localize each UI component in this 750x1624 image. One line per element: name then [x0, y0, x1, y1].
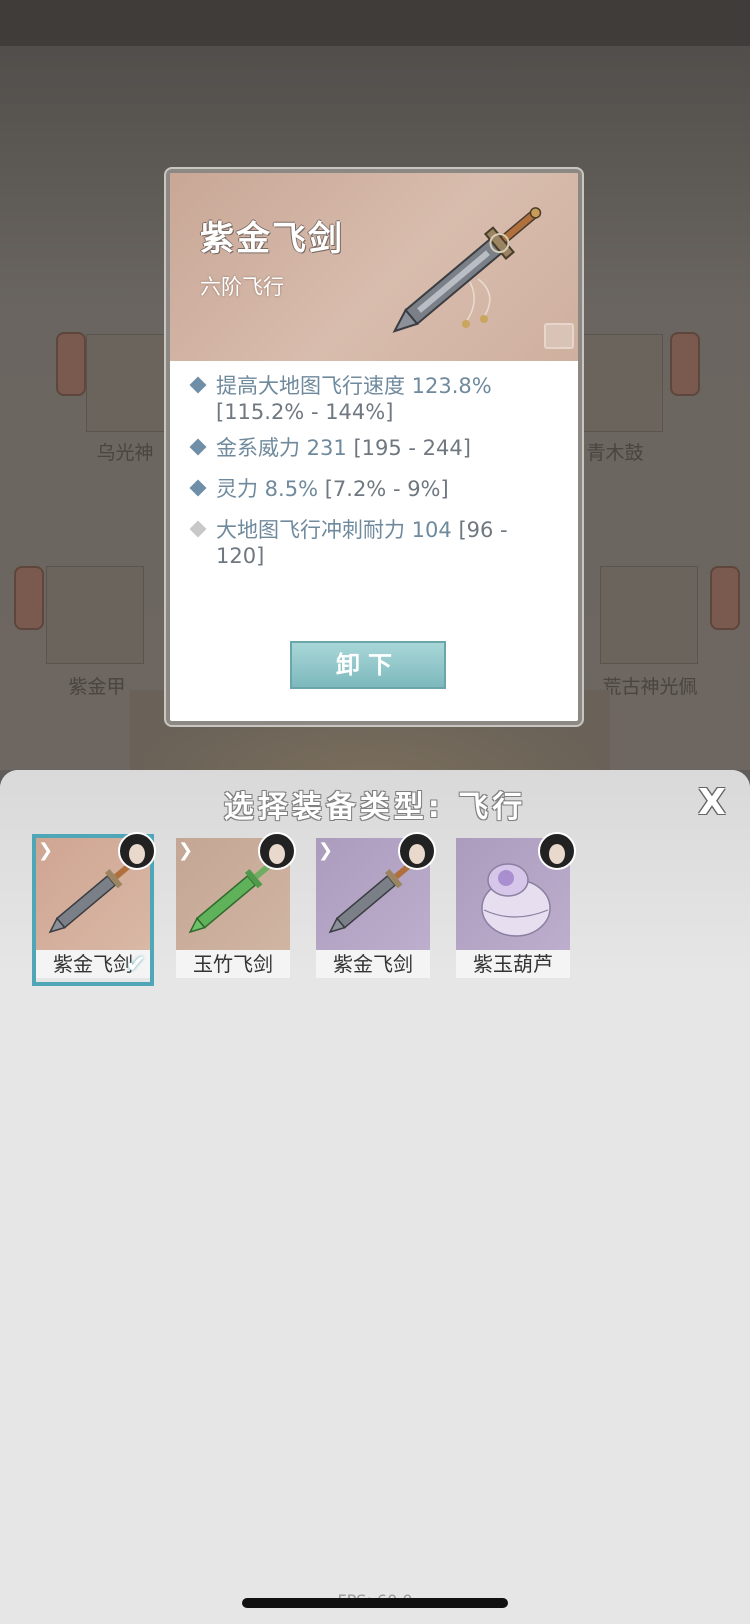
sword-icon: [392, 207, 542, 333]
equipment-card[interactable]: ❯ 玉竹飞剑: [176, 832, 296, 982]
stat-range: [7.2% - 9%]: [324, 477, 449, 501]
background-seal-icon: [56, 332, 86, 396]
equipment-select-panel: 选择装备类型: 飞行 X ❯ 紫金飞剑 ✔ ❯ 玉竹飞剑 ❯ 紫金飞剑 紫玉葫芦: [0, 770, 750, 1624]
stat-row-flight-speed: 提高大地图飞行速度 123.8% [115.2% - 144%]: [189, 373, 562, 425]
background-seal-icon: [14, 566, 44, 630]
wing-icon: ❯: [178, 840, 194, 861]
tooltip-header: 紫金飞剑 六阶飞行: [170, 173, 578, 361]
stat-value: 大地图飞行冲刺耐力 104: [216, 518, 452, 542]
stat-text: 大地图飞行冲刺耐力 104 [96 - 120]: [192, 517, 562, 569]
stat-text: 灵力 8.5% [7.2% - 9%]: [192, 476, 562, 502]
background-slot: [46, 566, 144, 664]
background-slot: [600, 566, 698, 664]
home-indicator[interactable]: [242, 1598, 508, 1608]
stat-row-spirit: 灵力 8.5% [7.2% - 9%]: [189, 476, 562, 502]
stat-range: [195 - 244]: [353, 436, 471, 460]
stat-range: [115.2% - 144%]: [216, 400, 394, 424]
wing-icon: ❯: [38, 840, 54, 861]
stat-text: 金系威力 231 [195 - 244]: [192, 435, 562, 461]
avatar: [398, 832, 436, 870]
stat-value: 灵力 8.5%: [216, 477, 319, 501]
avatar: [118, 832, 156, 870]
background-seal-icon: [670, 332, 700, 396]
tooltip-corner-icon: [544, 323, 574, 349]
card-name: 紫金飞剑: [316, 950, 430, 978]
wing-icon: ❯: [318, 840, 334, 861]
equipment-card[interactable]: ❯ 紫金飞剑: [316, 832, 436, 982]
stat-row-sprint-stamina: 大地图飞行冲刺耐力 104 [96 - 120]: [189, 517, 562, 569]
panel-title: 选择装备类型: 飞行: [223, 790, 527, 825]
equipment-card[interactable]: 紫玉葫芦: [456, 832, 576, 982]
stat-row-metal-power: 金系威力 231 [195 - 244]: [189, 435, 562, 461]
equipment-card[interactable]: ❯ 紫金飞剑 ✔: [32, 832, 156, 986]
card-name: 玉竹飞剑: [176, 950, 290, 978]
stat-value: 金系威力 231: [216, 436, 347, 460]
stat-value: 提高大地图飞行速度 123.8%: [216, 374, 492, 398]
background-topbar: [0, 0, 750, 46]
background-seal-icon: [710, 566, 740, 630]
stat-text: 提高大地图飞行速度 123.8% [115.2% - 144%]: [192, 373, 562, 425]
check-icon: ✔: [125, 950, 146, 978]
close-button[interactable]: X: [694, 784, 730, 822]
item-tooltip: 紫金飞剑 六阶飞行 提高大地图飞行速度 123.8% [115.2% - 144…: [166, 169, 582, 725]
avatar: [538, 832, 576, 870]
card-name: 紫玉葫芦: [456, 950, 570, 978]
item-subtitle: 六阶飞行: [200, 275, 284, 299]
avatar: [258, 832, 296, 870]
unequip-button[interactable]: 卸下: [290, 641, 446, 689]
item-title: 紫金飞剑: [200, 219, 344, 259]
